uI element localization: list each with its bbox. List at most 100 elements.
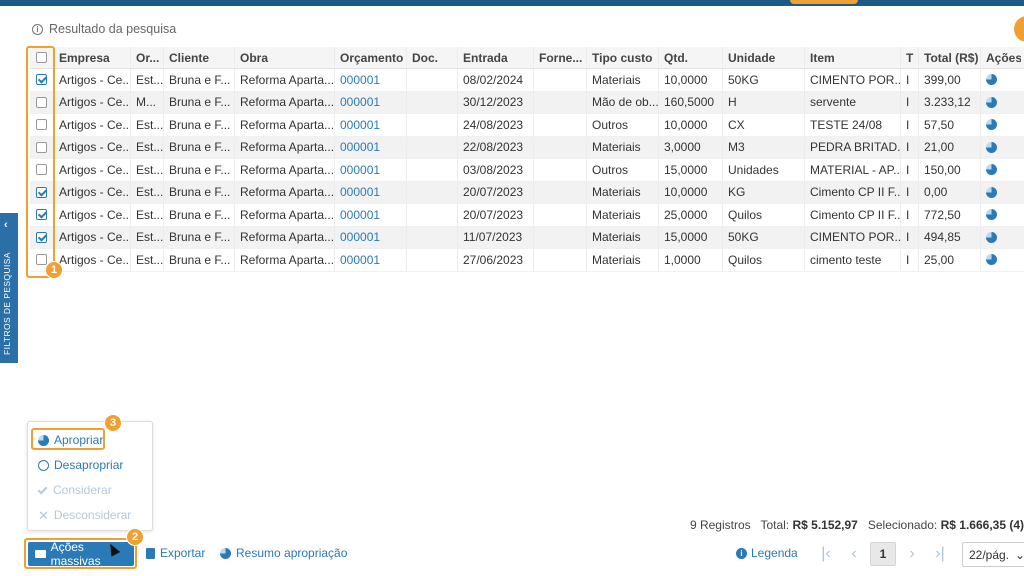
- cell-cliente: Bruna e F...: [164, 69, 235, 91]
- cell-item: CIMENTO POR...: [805, 69, 901, 91]
- col-entrada[interactable]: Entrada: [458, 47, 534, 68]
- table-row[interactable]: Artigos - Ce... M... Bruna e F... Reforma A…: [30, 91, 1024, 114]
- cell-empresa: Artigos - Ce...: [54, 114, 131, 136]
- cell-tipo-custo: Materiais: [587, 69, 659, 91]
- cell-fornecedor: [534, 114, 587, 136]
- document-icon: [146, 547, 155, 559]
- allocate-icon[interactable]: [986, 231, 997, 243]
- total-value: R$ 5.152,97: [792, 518, 858, 532]
- col-item[interactable]: Item: [805, 47, 901, 68]
- cell-tipo-custo: Materiais: [587, 136, 659, 158]
- cell-t: I: [901, 181, 919, 203]
- menu-item-desconsiderar: ✕ Desconsiderar: [38, 508, 131, 522]
- cell-fornecedor: [534, 159, 587, 181]
- col-obra[interactable]: Obra: [235, 47, 335, 68]
- cell-unidade: 50KG: [723, 226, 805, 248]
- col-fornecedor[interactable]: Forne...: [534, 47, 587, 68]
- col-total[interactable]: Total (R$): [919, 47, 981, 68]
- cell-orcamento[interactable]: 000001: [335, 249, 407, 271]
- cell-qtd: 160,5000: [659, 91, 723, 113]
- last-page-icon[interactable]: ›|: [926, 542, 954, 566]
- table-row[interactable]: Artigos - Ce... Est... Bruna e F... Reforma…: [30, 159, 1024, 182]
- mass-actions-highlight: [24, 538, 137, 569]
- cell-orcamento[interactable]: 000001: [335, 69, 407, 91]
- col-unidade[interactable]: Unidade: [723, 47, 805, 68]
- cell-orcamento[interactable]: 000001: [335, 114, 407, 136]
- table-row[interactable]: Artigos - Ce... Est... Bruna e F... Reforma…: [30, 114, 1024, 137]
- cell-tipo-custo: Materiais: [587, 181, 659, 203]
- search-filters-label: FILTROS DE PESQUISA: [2, 252, 12, 355]
- cell-orcamento[interactable]: 000001: [335, 159, 407, 181]
- table-body: Artigos - Ce... Est... Bruna e F... Reforma…: [30, 69, 1024, 272]
- table-row[interactable]: Artigos - Ce... Est... Bruna e F... Reforma…: [30, 226, 1024, 249]
- cell-origem: M...: [131, 91, 164, 113]
- current-page[interactable]: 1: [870, 542, 896, 566]
- cell-doc: [407, 226, 458, 248]
- cell-orcamento[interactable]: 000001: [335, 181, 407, 203]
- cell-empresa: Artigos - Ce...: [54, 136, 131, 158]
- cell-acoes: [981, 137, 1021, 159]
- cell-orcamento[interactable]: 000001: [335, 226, 407, 248]
- cell-unidade: 50KG: [723, 69, 805, 91]
- menu-item-considerar: Considerar: [37, 483, 112, 497]
- cell-tipo-custo: Mão de ob...: [587, 91, 659, 113]
- next-page-icon[interactable]: ›: [898, 542, 926, 566]
- legend-label: Legenda: [751, 546, 798, 560]
- search-filters-tab[interactable]: ‹ FILTROS DE PESQUISA: [0, 213, 18, 363]
- allocate-icon[interactable]: [986, 96, 997, 108]
- per-page-select[interactable]: 22/pág. ⌄: [962, 542, 1024, 567]
- cell-acoes: [981, 249, 1021, 271]
- cell-origem: Est...: [131, 136, 164, 158]
- cell-unidade: H: [723, 91, 805, 113]
- allocate-icon[interactable]: [986, 254, 997, 266]
- col-orcamento[interactable]: Orçamento: [335, 47, 407, 68]
- col-t[interactable]: T: [901, 47, 919, 68]
- col-origem[interactable]: Or...: [131, 47, 164, 68]
- cell-doc: [407, 69, 458, 91]
- menu-item-desapropriar[interactable]: Desapropriar: [38, 458, 123, 472]
- results-heading: i Resultado da pesquisa: [32, 22, 176, 36]
- cell-doc: [407, 249, 458, 271]
- allocate-icon[interactable]: [986, 164, 997, 176]
- table-row[interactable]: Artigos - Ce... Est... Bruna e F... Reforma…: [30, 136, 1024, 159]
- first-page-icon[interactable]: |‹: [812, 542, 840, 566]
- prev-page-icon[interactable]: ‹: [840, 542, 868, 566]
- col-empresa[interactable]: Empresa: [54, 47, 131, 68]
- col-doc[interactable]: Doc.: [407, 47, 458, 68]
- cell-doc: [407, 91, 458, 113]
- allocate-icon[interactable]: [986, 119, 997, 131]
- col-cliente[interactable]: Cliente: [164, 47, 235, 68]
- cell-acoes: [981, 227, 1021, 249]
- cell-t: I: [901, 136, 919, 158]
- cell-cliente: Bruna e F...: [164, 204, 235, 226]
- allocate-icon[interactable]: [986, 209, 997, 221]
- cell-acoes: [981, 114, 1021, 136]
- cell-empresa: Artigos - Ce...: [54, 204, 131, 226]
- col-tipo-custo[interactable]: Tipo custo: [587, 47, 659, 68]
- help-bubble[interactable]: [1014, 16, 1024, 42]
- cell-cliente: Bruna e F...: [164, 91, 235, 113]
- allocate-icon[interactable]: [986, 141, 997, 153]
- chevron-down-icon: ⌄: [1015, 547, 1024, 562]
- allocation-summary-button[interactable]: Resumo apropriação: [220, 546, 347, 560]
- table-row[interactable]: Artigos - Ce... Est... Bruna e F... Reforma…: [30, 249, 1024, 272]
- cell-tipo-custo: Outros: [587, 114, 659, 136]
- cell-orcamento[interactable]: 000001: [335, 136, 407, 158]
- cell-total: 21,00: [919, 136, 981, 158]
- col-qtd[interactable]: Qtd.: [659, 47, 723, 68]
- legend-button[interactable]: i Legenda: [736, 546, 798, 560]
- table-row[interactable]: Artigos - Ce... Est... Bruna e F... Reforma…: [30, 69, 1024, 92]
- cell-empresa: Artigos - Ce...: [54, 91, 131, 113]
- table-row[interactable]: Artigos - Ce... Est... Bruna e F... Reforma…: [30, 181, 1024, 204]
- cell-acoes: [981, 159, 1021, 181]
- cell-origem: Est...: [131, 249, 164, 271]
- table-row[interactable]: Artigos - Ce... Est... Bruna e F... Reforma…: [30, 204, 1024, 227]
- export-button[interactable]: Exportar: [146, 546, 205, 560]
- cell-cliente: Bruna e F...: [164, 114, 235, 136]
- allocate-icon[interactable]: [986, 74, 997, 86]
- cell-origem: Est...: [131, 159, 164, 181]
- cell-orcamento[interactable]: 000001: [335, 204, 407, 226]
- allocate-icon[interactable]: [986, 186, 997, 198]
- cell-qtd: 10,0000: [659, 69, 723, 91]
- cell-orcamento[interactable]: 000001: [335, 91, 407, 113]
